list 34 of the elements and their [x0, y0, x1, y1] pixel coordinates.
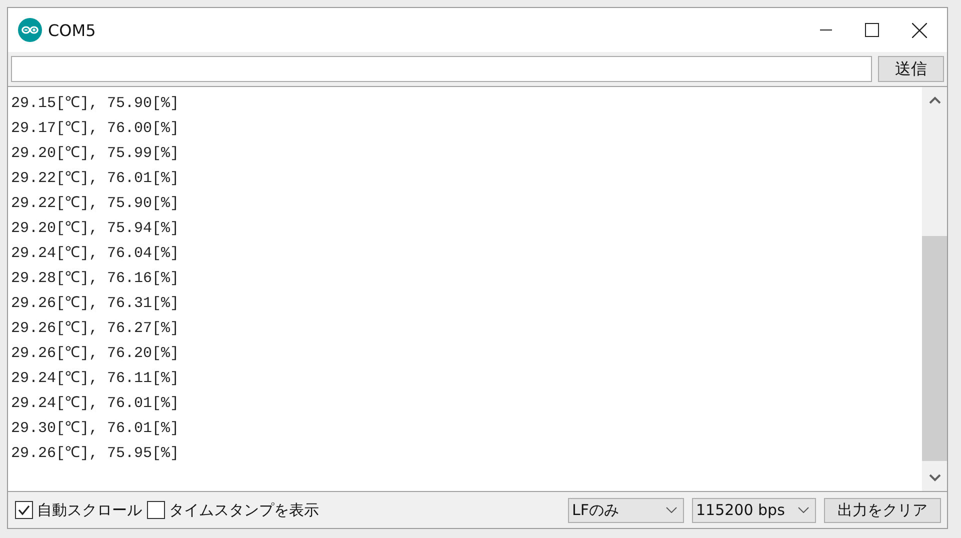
checkbox[interactable] — [15, 501, 33, 519]
output-line: 29.28[℃], 76.16[%] — [11, 269, 180, 289]
output-line: 29.15[℃], 75.90[%] — [11, 94, 180, 114]
scrollbar[interactable] — [922, 87, 947, 491]
scroll-down-icon[interactable] — [928, 474, 940, 482]
scrollbar-thumb[interactable] — [922, 236, 947, 461]
output-line: 29.26[℃], 75.95[%] — [11, 444, 180, 464]
output-line: 29.24[℃], 76.04[%] — [11, 244, 180, 264]
caret-icon — [666, 507, 677, 513]
output-line: 29.22[℃], 75.90[%] — [11, 194, 180, 214]
output-line: 29.24[℃], 76.01[%] — [11, 394, 180, 414]
output-line: 29.24[℃], 76.11[%] — [11, 369, 180, 389]
dropdown[interactable]: 115200 bps — [692, 498, 816, 522]
output-line: 29.30[℃], 76.01[%] — [11, 419, 180, 439]
output-line: 29.22[℃], 76.01[%] — [11, 169, 180, 189]
output-line: 29.20[℃], 75.99[%] — [11, 144, 180, 164]
dropdown[interactable]: LFのみ — [568, 498, 684, 522]
maximize-icon[interactable] — [865, 23, 879, 37]
clear-button[interactable]: 出力をクリア — [824, 498, 941, 522]
window-title: COM5 — [48, 20, 96, 40]
close-icon[interactable] — [912, 22, 927, 38]
scroll-up-icon[interactable] — [928, 96, 940, 104]
checkbox-label: 自動スクロール — [37, 500, 142, 520]
caret-icon — [798, 507, 809, 513]
checkbox[interactable] — [147, 501, 165, 519]
send-field[interactable] — [11, 56, 872, 82]
logo-icon — [18, 18, 42, 42]
checkbox-label: タイムスタンプを表示 — [169, 500, 319, 520]
send-button[interactable]: 送信 — [878, 56, 944, 82]
output-line: 29.20[℃], 75.94[%] — [11, 219, 180, 239]
output-line: 29.17[℃], 76.00[%] — [11, 119, 180, 139]
output-line: 29.26[℃], 76.20[%] — [11, 344, 180, 364]
output-line: 29.26[℃], 76.27[%] — [11, 319, 180, 339]
output-line: 29.26[℃], 76.31[%] — [11, 294, 180, 314]
